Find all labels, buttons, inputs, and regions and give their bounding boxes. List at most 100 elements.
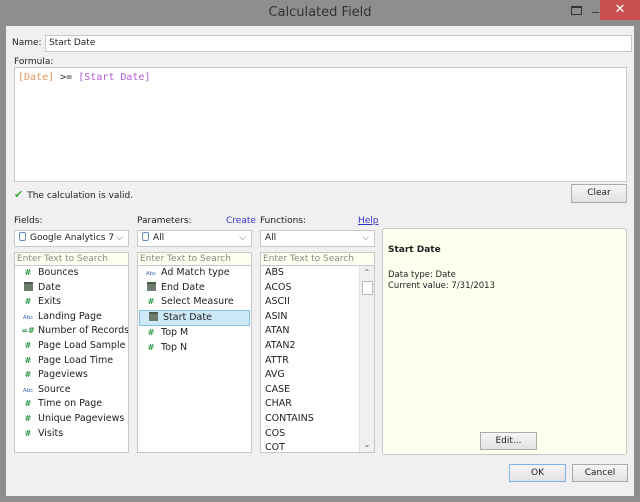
list-item-label: Top M <box>161 327 189 339</box>
number-type-icon: # <box>24 297 32 307</box>
name-label: Name: <box>12 38 42 48</box>
list-item-label: Page Load Time <box>38 354 114 366</box>
list-item[interactable]: # Time on Page <box>15 397 128 412</box>
function-item[interactable]: ATAN2 <box>261 339 374 354</box>
list-item[interactable]: =# Number of Records <box>15 324 128 339</box>
function-item[interactable]: CHAR <box>261 397 374 412</box>
date-type-icon <box>144 281 158 296</box>
fields-search-input[interactable]: Enter Text to Search <box>14 252 129 266</box>
string-type-icon: Abc <box>145 271 157 277</box>
clear-button[interactable]: Clear <box>571 184 627 203</box>
database-icon <box>142 232 149 241</box>
description-current-value: Current value: 7/31/2013 <box>388 281 495 291</box>
list-item-label: Bounces <box>38 267 79 278</box>
list-item[interactable]: # Page Load Sample <box>15 339 128 354</box>
description-data-type: Data type: Date <box>388 270 456 280</box>
number-type-icon: # <box>24 370 32 380</box>
list-item[interactable]: Date <box>15 281 128 296</box>
list-item[interactable]: End Date <box>138 281 251 296</box>
function-item[interactable]: ASIN <box>261 310 374 325</box>
date-type-icon <box>146 311 160 326</box>
dialog-body: Name: Start Date Formula: [Date] >= [Sta… <box>6 26 634 496</box>
functions-search-input[interactable]: Enter Text to Search <box>260 252 375 266</box>
list-item[interactable]: # Bounces <box>15 266 128 281</box>
title-bar[interactable]: Calculated Field ✕ <box>0 0 640 26</box>
validation-message: The calculation is valid. <box>27 191 134 201</box>
list-item[interactable]: # Exits <box>15 295 128 310</box>
list-item[interactable]: Abc Source <box>15 383 128 398</box>
list-item[interactable]: Abc Landing Page <box>15 310 128 325</box>
parameters-search-input[interactable]: Enter Text to Search <box>137 252 252 266</box>
function-item[interactable]: ATTR <box>261 354 374 369</box>
function-item[interactable]: ASCII <box>261 295 374 310</box>
list-item-label: Landing Page <box>38 310 102 322</box>
number-type-icon: # <box>24 355 32 365</box>
number-type-icon: # <box>24 268 32 277</box>
list-item-label: Unique Pageviews <box>38 412 125 424</box>
checkmark-icon: ✔ <box>14 188 24 201</box>
functions-label: Functions: <box>260 216 307 226</box>
create-parameter-link[interactable]: Create <box>226 216 256 226</box>
formula-operator-token: >= <box>54 72 79 83</box>
list-item[interactable]: # Top M <box>138 326 251 341</box>
function-item[interactable]: COS <box>261 427 374 442</box>
description-panel: Start Date Data type: Date Current value… <box>382 228 627 455</box>
number-type-icon: # <box>24 399 32 409</box>
ok-button[interactable]: OK <box>509 464 566 482</box>
maximize-button[interactable] <box>567 0 589 20</box>
list-item-label: Number of Records <box>38 325 129 337</box>
list-item-label: End Date <box>161 281 205 293</box>
list-item[interactable]: # Visits <box>15 427 128 442</box>
list-item[interactable]: # Select Measure <box>138 295 251 310</box>
functions-scrollbar[interactable]: ⌃ ⌄ <box>359 266 374 452</box>
functions-filter-dropdown[interactable]: All ⌵ <box>260 230 375 247</box>
formula-parameter-token: [Start Date] <box>78 72 151 83</box>
edit-parameter-button[interactable]: Edit... <box>480 432 537 450</box>
list-item-label: Ad Match type <box>161 267 230 278</box>
list-item-label: Source <box>38 383 71 395</box>
list-item[interactable]: Abc Ad Match type <box>138 266 251 281</box>
datasource-value: Google Analytics 7 <box>30 233 115 243</box>
number-type-icon: # <box>24 340 32 350</box>
scroll-up-icon[interactable]: ⌃ <box>360 266 374 280</box>
formula-editor[interactable]: [Date] >= [Start Date] <box>14 67 627 182</box>
function-item[interactable]: CONTAINS <box>261 412 374 427</box>
list-item[interactable]: # Top N <box>138 341 251 356</box>
list-item[interactable]: Start Date <box>139 309 250 327</box>
formula-label: Formula: <box>14 57 54 67</box>
database-icon <box>19 232 26 241</box>
number-type-icon: # <box>24 413 32 423</box>
parameters-filter-dropdown[interactable]: All ⌵ <box>137 230 252 247</box>
number-type-icon: # <box>147 297 155 307</box>
help-link[interactable]: Help <box>358 216 379 226</box>
close-button[interactable]: ✕ <box>600 0 640 20</box>
calculated-number-icon: =# <box>21 326 35 336</box>
fields-list[interactable]: # Bounces Date # Exits Abc Landing Page =# Numbe… <box>14 265 129 453</box>
parameters-label: Parameters: <box>137 216 192 226</box>
list-item[interactable]: # Unique Pageviews <box>15 412 128 427</box>
datasource-dropdown[interactable]: Google Analytics 7 ⌵ <box>14 230 129 247</box>
close-icon: ✕ <box>614 2 626 17</box>
function-item[interactable]: ATAN <box>261 324 374 339</box>
list-item[interactable]: # Pageviews <box>15 368 128 383</box>
list-item-label: Time on Page <box>38 398 103 410</box>
name-input[interactable]: Start Date <box>45 35 632 52</box>
list-item-label: Pageviews <box>38 369 88 381</box>
list-item[interactable]: # Page Load Time <box>15 354 128 369</box>
parameters-filter-value: All <box>153 233 165 243</box>
functions-list[interactable]: ABS ACOS ASCII ASIN ATAN ATAN2 ATTR AVG CASE CHAR… <box>260 265 375 453</box>
scrollbar-thumb[interactable] <box>362 281 373 295</box>
list-item-label: Page Load Sample <box>38 339 126 351</box>
cancel-button[interactable]: Cancel <box>572 464 628 482</box>
function-item[interactable]: COT <box>261 441 374 452</box>
list-item-label: Start Date <box>163 311 212 323</box>
function-item[interactable]: ACOS <box>261 281 374 296</box>
chevron-down-icon: ⌵ <box>116 233 123 243</box>
parameters-list[interactable]: Abc Ad Match type End Date # Select Measure S… <box>137 265 252 453</box>
number-type-icon: # <box>24 428 32 438</box>
function-item[interactable]: AVG <box>261 368 374 383</box>
list-item-label: Select Measure <box>161 296 234 308</box>
function-item[interactable]: ABS <box>261 266 374 281</box>
function-item[interactable]: CASE <box>261 383 374 398</box>
scroll-down-icon[interactable]: ⌄ <box>360 438 374 452</box>
